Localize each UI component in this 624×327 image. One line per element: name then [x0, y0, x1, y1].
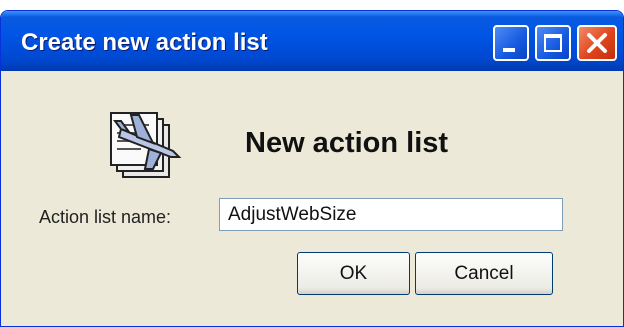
title-bar[interactable]: Create new action list	[1, 11, 623, 71]
maximize-icon	[544, 34, 562, 52]
action-list-name-input[interactable]	[219, 198, 563, 231]
dialog-heading: New action list	[245, 127, 449, 159]
dialog-body: New action list Action list name: OK Can…	[1, 71, 623, 326]
ok-button[interactable]: OK	[297, 252, 410, 295]
action-list-name-label: Action list name:	[39, 207, 172, 227]
maximize-button[interactable]	[535, 25, 571, 61]
window-title: Create new action list	[21, 29, 268, 56]
cancel-button[interactable]: Cancel	[415, 252, 553, 295]
close-icon	[587, 33, 607, 53]
close-button[interactable]	[577, 25, 617, 61]
action-list-icon	[110, 112, 182, 178]
create-action-list-dialog: Create new action list New action list A…	[0, 10, 624, 327]
minimize-icon	[503, 48, 515, 52]
minimize-button[interactable]	[493, 25, 529, 61]
